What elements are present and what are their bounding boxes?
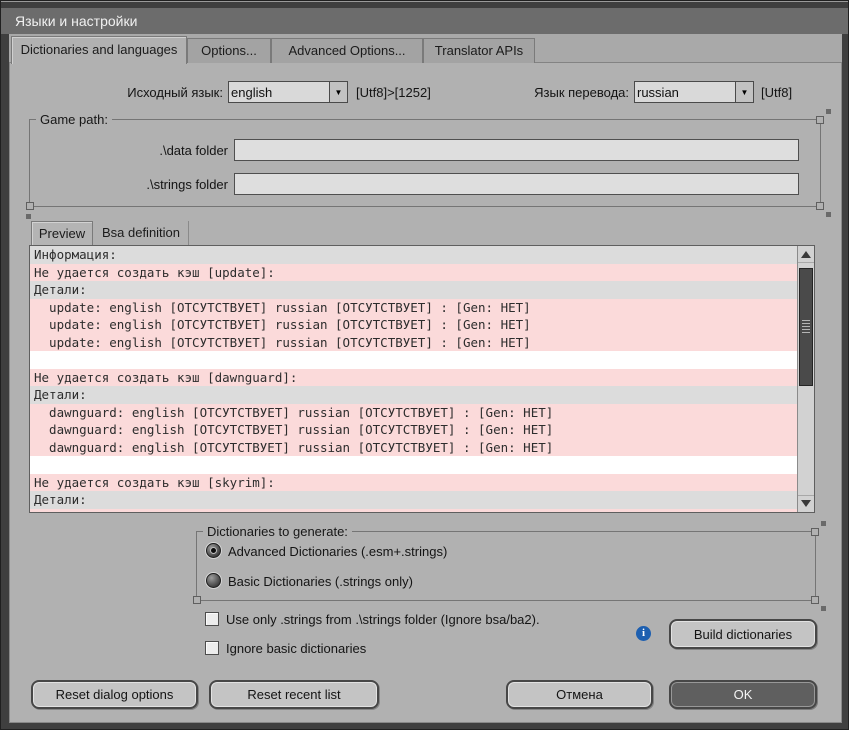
main-tab-strip: Dictionaries and languages Options... Ad… [9, 34, 842, 63]
source-language-input[interactable] [231, 83, 327, 101]
preview-line: update: english [ОТСУТСТВУЕТ] russian [О… [30, 316, 797, 334]
preview-line: skyrim: english [ОТСУТСТВУЕТ] russian [О… [30, 509, 797, 513]
tab-preview[interactable]: Preview [31, 221, 93, 245]
preview-line [30, 351, 797, 369]
group-corner-handle [811, 596, 819, 604]
group-corner-dot [826, 109, 831, 114]
data-folder-field[interactable] [234, 139, 799, 161]
group-corner-handle [193, 596, 201, 604]
group-corner-handle [816, 116, 824, 124]
tab-advanced-options[interactable]: Advanced Options... [271, 38, 423, 63]
source-language-combobox[interactable]: ▼ [228, 81, 348, 103]
game-path-group: Game path: .\data folder .\strings folde… [29, 119, 821, 207]
reset-dialog-options-button[interactable]: Reset dialog options [31, 680, 198, 709]
radio-advanced-dictionaries-label[interactable]: Advanced Dictionaries (.esm+.strings) [228, 544, 447, 559]
strings-folder-input[interactable] [235, 174, 798, 194]
preview-line: update: english [ОТСУТСТВУЕТ] russian [О… [30, 334, 797, 352]
preview-line: Не удается создать кэш [update]: [30, 264, 797, 282]
title-bar[interactable]: Языки и настройки [1, 8, 848, 34]
preview-line: Детали: [30, 386, 797, 404]
source-language-label: Исходный язык: [45, 85, 223, 100]
info-icon[interactable]: i [636, 626, 651, 641]
strings-folder-label: .\strings folder [70, 177, 228, 192]
tab-bsa-definition[interactable]: Bsa definition [94, 221, 189, 245]
checkbox-use-only-strings-label[interactable]: Use only .strings from .\strings folder … [226, 612, 540, 627]
group-corner-dot [821, 606, 826, 611]
group-corner-dot [821, 521, 826, 526]
preview-panel[interactable]: Информация:Не удается создать кэш [updat… [29, 245, 815, 513]
target-language-input[interactable] [637, 83, 733, 101]
tab-dictionaries-and-languages[interactable]: Dictionaries and languages [11, 36, 187, 64]
reset-recent-list-button[interactable]: Reset recent list [209, 680, 379, 709]
window-title: Языки и настройки [15, 8, 137, 34]
source-language-dropdown-button[interactable]: ▼ [329, 82, 347, 102]
data-folder-label: .\data folder [70, 143, 228, 158]
group-corner-handle [816, 202, 824, 210]
target-language-dropdown-button[interactable]: ▼ [735, 82, 753, 102]
chevron-down-icon: ▼ [741, 88, 749, 97]
target-language-combobox[interactable]: ▼ [634, 81, 754, 103]
preview-line: Детали: [30, 491, 797, 509]
build-dictionaries-button[interactable]: Build dictionaries [669, 619, 817, 649]
cancel-button[interactable]: Отмена [506, 680, 653, 709]
chevron-down-icon: ▼ [335, 88, 343, 97]
preview-line: Не удается создать кэш [dawnguard]: [30, 369, 797, 387]
dialog-body: Dictionaries and languages Options... Ad… [9, 34, 842, 723]
preview-line: dawnguard: english [ОТСУТСТВУЕТ] russian… [30, 404, 797, 422]
group-corner-dot [26, 214, 31, 219]
preview-line: update: english [ОТСУТСТВУЕТ] russian [О… [30, 299, 797, 317]
dictionaries-group-title: Dictionaries to generate: [203, 524, 352, 539]
tab-translator-apis[interactable]: Translator APIs [423, 38, 535, 63]
game-path-group-title: Game path: [36, 112, 112, 127]
preview-line [30, 456, 797, 474]
radio-advanced-dictionaries[interactable] [206, 543, 221, 558]
ok-button[interactable]: OK [669, 680, 817, 709]
tab-options[interactable]: Options... [187, 38, 271, 63]
checkbox-ignore-basic-dictionaries-label[interactable]: Ignore basic dictionaries [226, 641, 366, 656]
preview-line: dawnguard: english [ОТСУТСТВУЕТ] russian… [30, 421, 797, 439]
settings-window: Языки и настройки Dictionaries and langu… [0, 0, 849, 730]
scroll-down-icon[interactable] [798, 495, 814, 512]
target-encoding-label: [Utf8] [761, 85, 792, 100]
strings-folder-field[interactable] [234, 173, 799, 195]
preview-line: Детали: [30, 281, 797, 299]
scroll-up-icon[interactable] [798, 246, 814, 263]
radio-basic-dictionaries-label[interactable]: Basic Dictionaries (.strings only) [228, 574, 413, 589]
preview-line: Информация: [30, 246, 797, 264]
target-language-label: Язык перевода: [457, 85, 629, 100]
data-folder-input[interactable] [235, 140, 798, 160]
group-corner-handle [811, 528, 819, 536]
dictionaries-to-generate-group: Dictionaries to generate: Advanced Dicti… [196, 531, 816, 601]
preview-line: dawnguard: english [ОТСУТСТВУЕТ] russian… [30, 439, 797, 457]
checkbox-ignore-basic-dictionaries[interactable] [205, 641, 219, 655]
radio-basic-dictionaries[interactable] [206, 573, 221, 588]
group-corner-handle [26, 202, 34, 210]
scrollbar-grip-icon [802, 320, 810, 333]
preview-line: Не удается создать кэш [skyrim]: [30, 474, 797, 492]
group-corner-dot [826, 212, 831, 217]
checkbox-use-only-strings[interactable] [205, 612, 219, 626]
preview-log: Информация:Не удается создать кэш [updat… [30, 246, 797, 512]
source-encoding-label: [Utf8]>[1252] [356, 85, 431, 100]
scrollbar-thumb[interactable] [799, 268, 813, 386]
vertical-scrollbar[interactable] [797, 246, 814, 512]
